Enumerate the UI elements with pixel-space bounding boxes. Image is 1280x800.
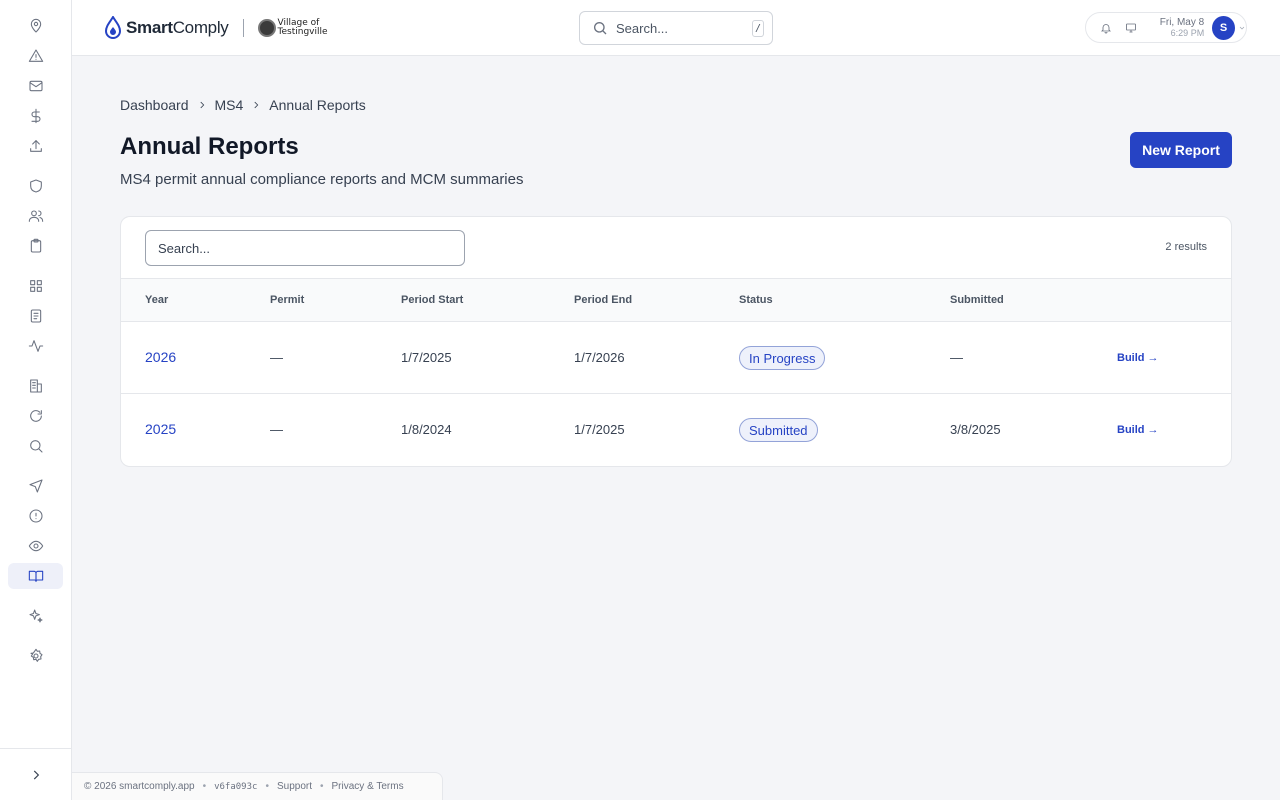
brand-logo[interactable]: SmartComply Village of Testingville — [104, 14, 328, 42]
current-time: 6:29 PM — [1170, 27, 1205, 38]
village-name: Village of Testingville — [277, 18, 328, 37]
sparkles-icon[interactable] — [8, 603, 63, 629]
alert-circle-icon[interactable] — [8, 503, 63, 529]
build-report-link[interactable]: Build → — [1117, 424, 1159, 436]
period-end-cell: 1/7/2025 — [574, 422, 625, 437]
current-date: Fri, May 8 — [1159, 16, 1205, 28]
expand-sidebar-button[interactable] — [0, 748, 71, 800]
brand-divider — [242, 19, 244, 37]
new-report-button[interactable]: New Report — [1130, 132, 1232, 168]
separator-dot: • — [320, 781, 324, 792]
period-start-cell: 1/8/2024 — [401, 422, 452, 437]
page-title: Annual Reports — [120, 133, 299, 160]
permit-cell: — — [270, 422, 283, 437]
shield-icon[interactable] — [8, 173, 63, 199]
build-report-link[interactable]: Build → — [1117, 352, 1159, 364]
column-header-period-end[interactable]: Period End — [574, 294, 632, 306]
monitor-icon[interactable] — [1119, 22, 1144, 34]
breadcrumb-dashboard[interactable]: Dashboard — [120, 97, 189, 113]
results-count: 2 results — [1165, 241, 1207, 253]
building-icon[interactable] — [8, 373, 63, 399]
grid-icon[interactable] — [8, 273, 63, 299]
privacy-terms-link[interactable]: Privacy & Terms — [332, 781, 404, 792]
column-header-period-start[interactable]: Period Start — [401, 294, 463, 306]
map-pin-icon[interactable] — [8, 13, 63, 39]
sidebar — [0, 0, 72, 800]
search-icon — [594, 22, 607, 35]
village-seal-logo — [257, 19, 276, 37]
topbar: SmartComply Village ofTestingville / Fri… — [72, 0, 1280, 56]
chevron-down-icon[interactable] — [1238, 19, 1246, 37]
submitted-cell: — — [950, 350, 963, 365]
period-start-cell: 1/7/2025 — [401, 350, 452, 365]
footer: © 2026 smartcomply.app • v6fa093c • Supp… — [72, 772, 443, 800]
upload-icon[interactable] — [8, 133, 63, 159]
reports-table-card: 2 results Year Permit Period Start Perio… — [120, 216, 1232, 467]
separator-dot: • — [265, 781, 269, 792]
table-row[interactable]: 2026 — 1/7/2025 1/7/2026 In Progress — B… — [121, 322, 1231, 394]
dollar-icon[interactable] — [8, 103, 63, 129]
permit-cell: — — [270, 350, 283, 365]
refresh-icon[interactable] — [8, 403, 63, 429]
current-datetime: Fri, May 8 6:29 PM — [1143, 17, 1204, 39]
table-search-input[interactable] — [145, 230, 465, 266]
table-header: Year Permit Period Start Period End Stat… — [121, 278, 1231, 322]
chevron-right-icon — [243, 97, 269, 113]
activity-icon[interactable] — [8, 333, 63, 359]
book-open-icon[interactable] — [8, 563, 63, 589]
eye-icon[interactable] — [8, 533, 63, 559]
version-tag: v6fa093c — [214, 781, 258, 792]
search-icon[interactable] — [8, 433, 63, 459]
copyright-text: © 2026 smartcomply.app — [84, 781, 195, 792]
clipboard-icon[interactable] — [8, 233, 63, 259]
global-search[interactable]: / — [579, 11, 773, 45]
report-year-link[interactable]: 2025 — [145, 421, 176, 437]
warning-icon[interactable] — [8, 43, 63, 69]
period-end-cell: 1/7/2026 — [574, 350, 625, 365]
droplet-logo-icon — [104, 16, 122, 39]
submitted-cell: 3/8/2025 — [950, 422, 1001, 437]
document-icon[interactable] — [8, 303, 63, 329]
column-header-permit[interactable]: Permit — [270, 294, 304, 306]
search-shortcut-key: / — [752, 20, 764, 37]
brand-name: SmartComply — [126, 18, 229, 37]
column-header-status[interactable]: Status — [739, 294, 773, 306]
bell-icon[interactable] — [1094, 22, 1119, 34]
page-subtitle: MS4 permit annual compliance reports and… — [120, 171, 524, 188]
settings-icon[interactable] — [8, 643, 63, 669]
breadcrumb-ms4[interactable]: MS4 — [215, 97, 244, 113]
global-search-input[interactable] — [616, 20, 736, 36]
users-icon[interactable] — [8, 203, 63, 229]
support-link[interactable]: Support — [277, 781, 312, 792]
column-header-submitted[interactable]: Submitted — [950, 294, 1004, 306]
user-menu[interactable]: Fri, May 8 6:29 PM S — [1085, 12, 1247, 43]
breadcrumb-current: Annual Reports — [269, 97, 366, 113]
mail-icon[interactable] — [8, 73, 63, 99]
chevron-right-icon — [33, 770, 39, 779]
status-badge: Submitted — [739, 418, 818, 442]
separator-dot: • — [202, 781, 207, 792]
table-row[interactable]: 2025 — 1/8/2024 1/7/2025 Submitted 3/8/2… — [121, 394, 1231, 466]
chevron-right-icon — [189, 97, 215, 113]
avatar[interactable]: S — [1212, 15, 1235, 40]
status-badge: In Progress — [739, 346, 826, 370]
send-icon[interactable] — [8, 473, 63, 499]
report-year-link[interactable]: 2026 — [145, 349, 176, 365]
column-header-year[interactable]: Year — [145, 294, 168, 306]
breadcrumb: Dashboard MS4 Annual Reports — [120, 97, 366, 113]
